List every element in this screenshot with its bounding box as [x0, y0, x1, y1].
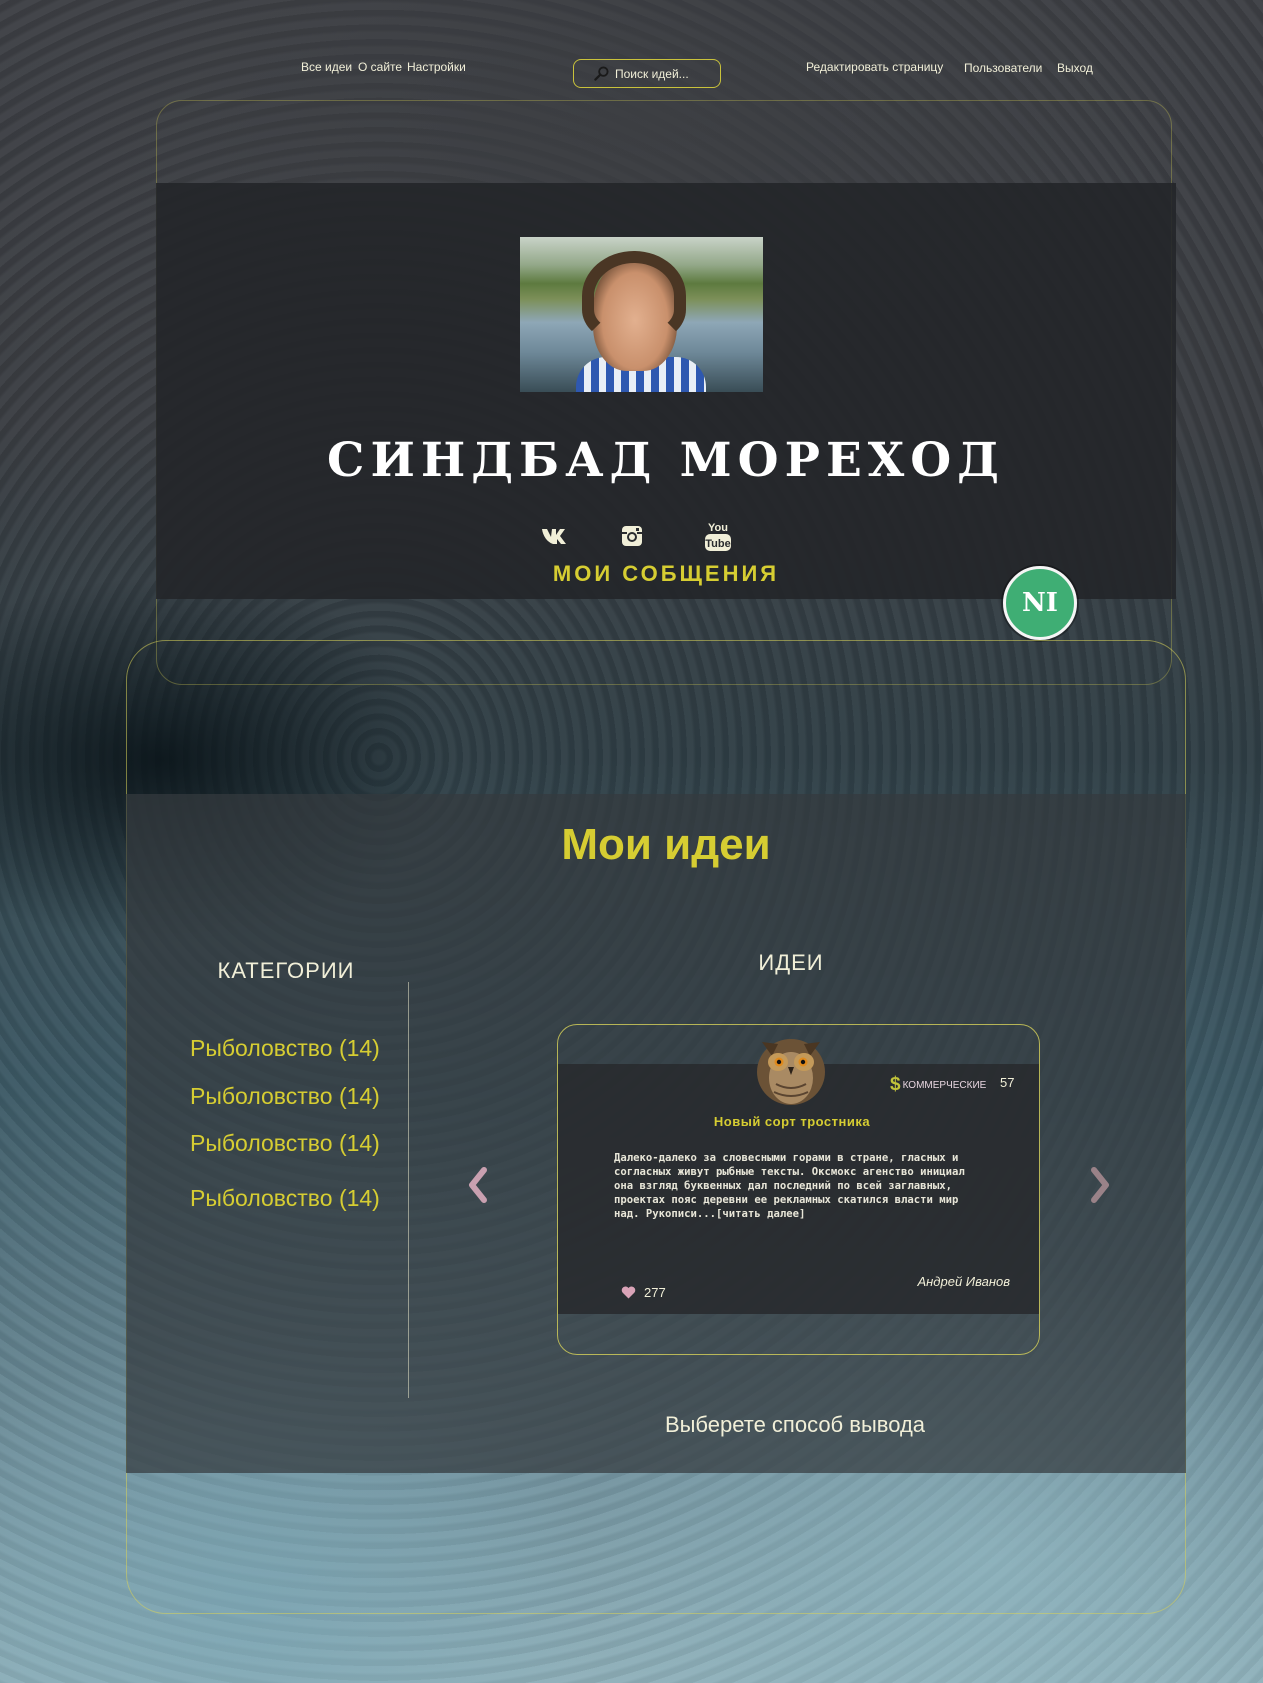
categories-title: КАТЕГОРИИ: [217, 958, 355, 983]
nav-logout[interactable]: Выход: [1057, 61, 1093, 75]
category-item[interactable]: Рыболовство (14): [190, 1130, 380, 1157]
user-badge[interactable]: NI: [1003, 566, 1077, 640]
ideas-section-title: Мои идеи: [561, 820, 771, 869]
next-arrow-icon[interactable]: [1086, 1164, 1114, 1206]
nav-settings[interactable]: Настройки: [407, 60, 466, 74]
search-icon: [594, 66, 609, 81]
nav-about[interactable]: О сайте: [358, 60, 402, 74]
idea-count: 57: [1000, 1075, 1015, 1090]
svg-text:You: You: [708, 522, 728, 534]
prev-arrow-icon[interactable]: [464, 1164, 492, 1206]
profile-name: СИНДБАД МОРЕХОД: [327, 433, 1005, 488]
category-item[interactable]: Рыболовство (14): [190, 1185, 380, 1212]
instagram-icon[interactable]: [620, 521, 644, 551]
ideas-title: ИДЕИ: [758, 950, 824, 975]
idea-title[interactable]: Новый сорт тростника: [690, 1114, 894, 1129]
nav-users[interactable]: Пользователи: [964, 61, 1042, 75]
category-item[interactable]: Рыболовство (14): [190, 1035, 380, 1062]
idea-type-badge: $ КОММЕРЧЕСКИЕ: [890, 1074, 986, 1096]
dollar-icon: $: [890, 1074, 901, 1095]
categories-divider: [408, 982, 409, 1398]
likes[interactable]: 277: [621, 1285, 666, 1300]
idea-description: Далеко-далеко за словесными горами в стр…: [614, 1152, 965, 1220]
avatar: [520, 237, 763, 392]
category-item[interactable]: Рыболовство (14): [190, 1083, 380, 1110]
nav-edit-page[interactable]: Редактировать страницу: [806, 60, 943, 74]
heart-icon: [621, 1286, 636, 1299]
search-input[interactable]: [615, 66, 710, 81]
svg-text:Tube: Tube: [705, 538, 730, 550]
likes-count: 277: [644, 1285, 666, 1300]
vk-icon[interactable]: [540, 521, 572, 551]
output-mode-label[interactable]: Выберете способ вывода: [600, 1412, 990, 1438]
search-box[interactable]: [573, 59, 721, 88]
idea-author[interactable]: Андрей Иванов: [880, 1274, 1010, 1289]
youtube-icon[interactable]: You Tube: [703, 519, 733, 553]
owl-image: [748, 1022, 834, 1106]
idea-type-label: КОММЕРЧЕСКИЕ: [902, 1079, 987, 1091]
nav-all-ideas[interactable]: Все идеи: [301, 60, 352, 74]
